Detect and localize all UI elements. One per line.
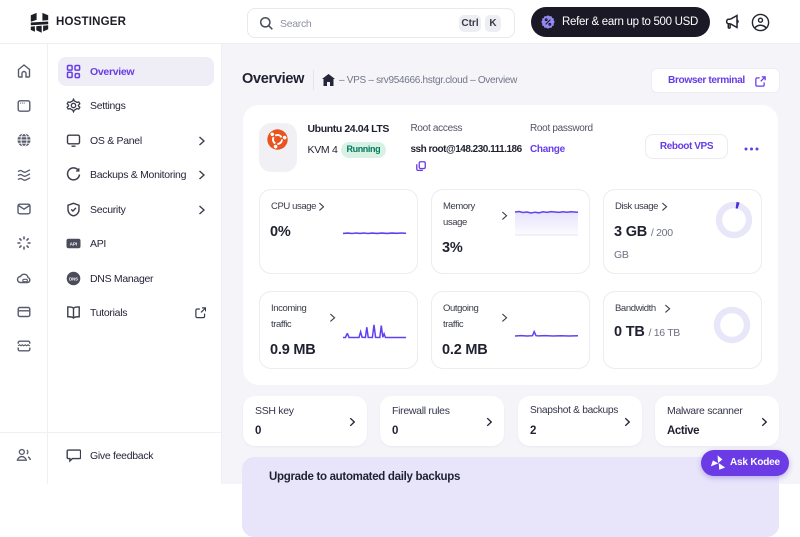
svg-text:API: API xyxy=(70,241,78,246)
svg-text:DNS: DNS xyxy=(69,276,78,281)
